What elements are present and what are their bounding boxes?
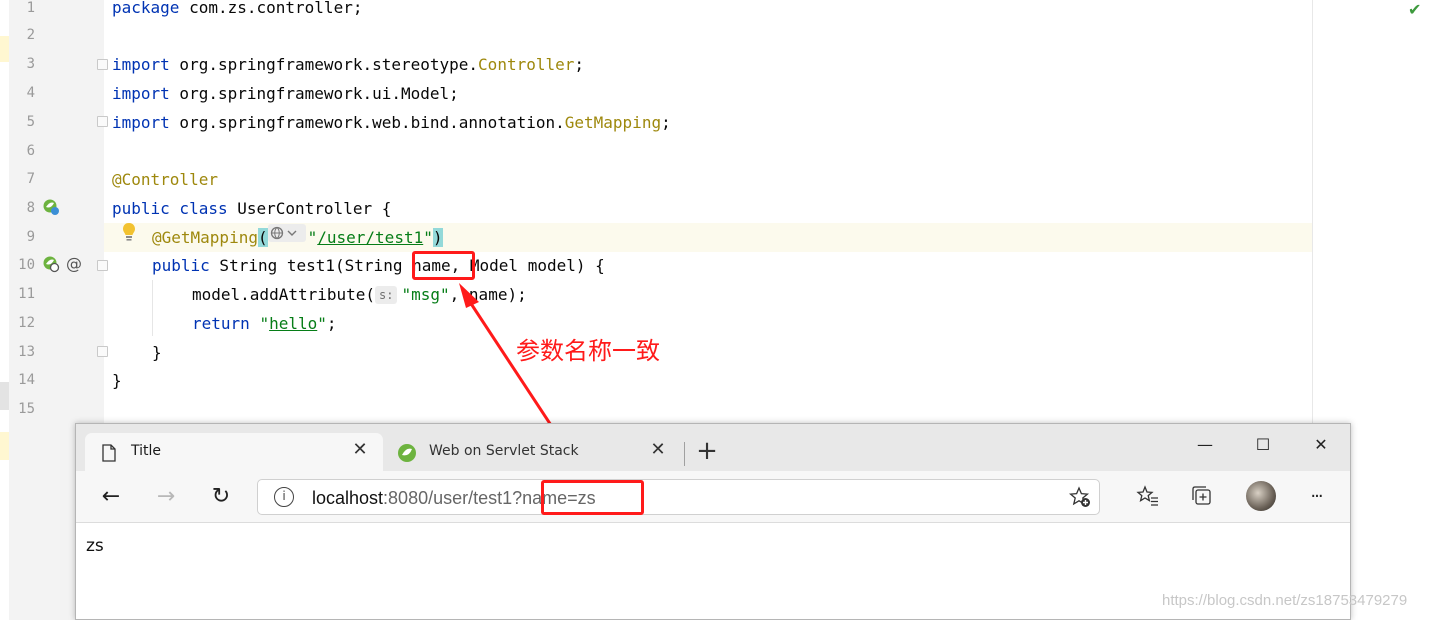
browser-toolbar: ← → ↻ i localhost:8080/user/test1?name=z… xyxy=(76,471,1350,523)
tab-close-icon[interactable]: ✕ xyxy=(349,439,371,461)
line-number: 10 xyxy=(18,257,35,273)
lightbulb-icon[interactable] xyxy=(121,222,137,242)
code-line-13: } xyxy=(152,343,162,362)
add-favorite-icon[interactable] xyxy=(1069,486,1091,508)
maximize-button[interactable]: ☐ xyxy=(1240,430,1286,460)
forward-button[interactable]: → xyxy=(152,483,180,511)
spring-bean-icon[interactable] xyxy=(42,198,60,216)
code-line-7: @Controller xyxy=(112,170,218,189)
indent-guide xyxy=(152,280,153,336)
spring-mapping-icon[interactable] xyxy=(42,255,60,273)
favorites-star-icon[interactable] xyxy=(1136,484,1160,508)
line-number: 6 xyxy=(26,143,35,159)
tab-label: Title xyxy=(131,443,162,459)
page-content: zs xyxy=(76,524,1350,619)
line-number: 9 xyxy=(26,229,35,245)
more-menu-icon[interactable]: ··· xyxy=(1302,483,1330,511)
line-number: 4 xyxy=(26,85,35,101)
code-line-11: model.addAttribute(s: "msg", name); xyxy=(192,285,527,304)
globe-icon xyxy=(267,224,306,242)
line-number: 3 xyxy=(26,56,35,72)
highlight-box-query xyxy=(541,480,644,515)
back-button[interactable]: ← xyxy=(97,483,125,511)
code-line-8: public class UserController { xyxy=(112,199,392,218)
annotation-note: 参数名称一致 xyxy=(516,337,660,365)
line-number: 11 xyxy=(18,286,35,302)
minimize-button[interactable]: — xyxy=(1182,430,1228,460)
inspection-ok-icon[interactable]: ✔ xyxy=(1408,0,1421,19)
tab-bar: Title ✕ Web on Servlet Stack ✕ + — ☐ ✕ xyxy=(76,424,1350,471)
line-number: 7 xyxy=(26,171,35,187)
line-number: 15 xyxy=(18,401,35,417)
code-line-4: import org.springframework.ui.Model; xyxy=(112,84,459,103)
close-window-button[interactable]: ✕ xyxy=(1298,430,1344,460)
line-number: 8 xyxy=(26,200,35,216)
collections-icon[interactable] xyxy=(1190,484,1214,508)
tab-label: Web on Servlet Stack xyxy=(429,443,579,459)
new-tab-button[interactable]: + xyxy=(694,438,720,464)
code-line-3: import org.springframework.stereotype.Co… xyxy=(112,55,585,74)
site-info-icon[interactable]: i xyxy=(274,487,294,507)
highlight-box-param xyxy=(412,251,475,280)
line-number: 2 xyxy=(26,27,35,43)
address-bar[interactable]: i localhost:8080/user/test1?name=zs xyxy=(257,479,1100,515)
code-line-5: import org.springframework.web.bind.anno… xyxy=(112,113,671,132)
page-icon xyxy=(102,444,116,462)
globe-url-hint[interactable] xyxy=(267,222,308,251)
strip-marker xyxy=(0,382,9,410)
browser-window: Title ✕ Web on Servlet Stack ✕ + — ☐ ✕ ←… xyxy=(75,423,1351,620)
profile-avatar[interactable] xyxy=(1246,481,1276,511)
at-annotation-icon[interactable]: @ xyxy=(66,254,84,273)
line-number: 12 xyxy=(18,315,35,331)
tab-title-page[interactable]: Title ✕ xyxy=(85,433,383,471)
tab-separator xyxy=(684,442,685,466)
code-line-14: } xyxy=(112,371,122,390)
tab-servlet-stack[interactable]: Web on Servlet Stack ✕ xyxy=(383,433,681,471)
line-number: 1 xyxy=(26,0,35,16)
line-number: 13 xyxy=(18,344,35,360)
code-line-1: package com.zs.controller; xyxy=(112,0,363,17)
line-number: 5 xyxy=(26,114,35,130)
spring-leaf-icon xyxy=(398,444,416,462)
page-body-text: zs xyxy=(86,536,104,556)
code-line-12: return "hello"; xyxy=(192,314,337,333)
strip-marker xyxy=(0,432,9,460)
code-line-9: @GetMapping("/user/test1") xyxy=(152,223,443,252)
watermark: https://blog.csdn.net/zs18753479279 xyxy=(1162,592,1408,609)
strip-marker xyxy=(0,36,9,62)
tab-close-icon[interactable]: ✕ xyxy=(647,439,669,461)
left-strip xyxy=(0,0,9,620)
reload-button[interactable]: ↻ xyxy=(207,483,235,511)
param-hint: s: xyxy=(375,286,398,304)
code-line-10: public String test1(String name, Model m… xyxy=(152,256,605,275)
line-number: 14 xyxy=(18,372,35,388)
